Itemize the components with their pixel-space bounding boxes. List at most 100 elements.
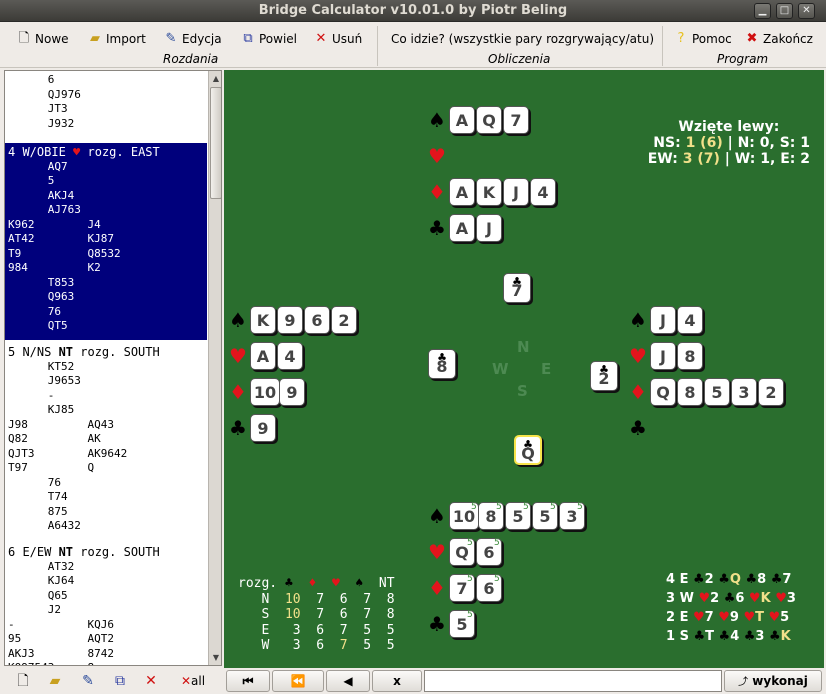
card-mark: 5: [467, 538, 473, 548]
back-card-button[interactable]: ◀: [326, 670, 370, 692]
deal-line: J9653: [8, 374, 81, 387]
trick-card[interactable]: 8 ♣: [428, 349, 456, 379]
playing-card[interactable]: A: [250, 342, 276, 370]
playing-card[interactable]: Q: [476, 106, 502, 134]
spades-suit-icon: ♠: [428, 108, 446, 132]
playing-card[interactable]: A: [449, 178, 475, 206]
deal-line: KJ64: [8, 574, 75, 587]
deal-line: KT52: [8, 359, 75, 373]
delete-all-button[interactable]: ✕all: [176, 672, 210, 690]
list-item[interactable]: 6 E/EW NT rozg. SOUTH AT32 KJ64 Q65 J2- …: [5, 543, 207, 665]
deal-list-scrollbar[interactable]: ▲ ▼: [208, 71, 221, 665]
dd-value: 7: [324, 622, 348, 638]
deal-line: QJ976: [8, 87, 81, 101]
card-mark: 5: [494, 538, 500, 548]
trick-history-row[interactable]: 4 E ♣2 ♣Q ♣8 ♣7: [666, 570, 800, 589]
deal-line: T853: [8, 275, 75, 289]
scroll-up-icon[interactable]: ▲: [210, 72, 221, 86]
help-button[interactable]: ? Pomoc: [673, 30, 732, 48]
folder-open-icon[interactable]: ▰: [46, 672, 64, 690]
trick-suit-icon: ♣: [769, 629, 781, 644]
trick-history-row[interactable]: 1 S ♣T ♣4 ♣3 ♣K: [666, 627, 800, 646]
edit-icon[interactable]: ✎: [79, 672, 97, 690]
deal-list-content: 6 QJ976 JT3 J932 4 W/OBIE ♥ rozg. EAST AQ…: [5, 71, 207, 665]
minimize-icon[interactable]: ▁: [754, 3, 771, 19]
playing-card[interactable]: 6: [304, 306, 330, 334]
tricks-ew-rest: | W: 1, E: 2: [719, 151, 810, 167]
playing-card[interactable]: 2: [758, 378, 784, 406]
duplicate-button[interactable]: ⧉ Powiel: [240, 30, 297, 48]
dd-row[interactable]: N 10 7 6 7 8: [238, 592, 394, 608]
playing-card[interactable]: J: [476, 214, 502, 242]
scrollbar-thumb[interactable]: [210, 87, 221, 199]
trick-suit-icon: ♥: [692, 610, 705, 625]
playing-card[interactable]: 5: [704, 378, 730, 406]
delete-x-icon: ✕: [315, 31, 327, 46]
playing-card[interactable]: 3: [731, 378, 757, 406]
new-file-icon[interactable]: 🗋: [14, 672, 32, 690]
exit-button[interactable]: ✖ Zakończ: [744, 30, 813, 48]
playing-card[interactable]: K: [476, 178, 502, 206]
playing-card[interactable]: A: [449, 106, 475, 134]
list-item[interactable]: 6 QJ976 JT3 J932: [5, 71, 207, 137]
playing-card[interactable]: 8: [677, 378, 703, 406]
tricks-ns: NS: 1 (6) | N: 0, S: 1: [648, 135, 810, 151]
what-makes-button[interactable]: Co idzie? (wszystkie pary rozgrywający/a…: [391, 30, 654, 48]
close-window-icon[interactable]: ✕: [798, 3, 815, 19]
playing-card[interactable]: J: [650, 342, 676, 370]
deal-line: 5: [8, 174, 55, 187]
delete-button[interactable]: ✕ Usuń: [313, 30, 363, 48]
execute-button[interactable]: ⤴ wykonaj: [724, 670, 822, 692]
playing-card[interactable]: 4: [677, 306, 703, 334]
diamonds-suit-icon: ♦: [428, 180, 446, 204]
duplicate-icon[interactable]: ⧉: [111, 672, 129, 690]
tricks-ns-rest: | N: 0, S: 1: [722, 135, 810, 151]
command-input[interactable]: [424, 670, 722, 692]
dd-row[interactable]: S 10 7 6 7 8: [238, 607, 394, 623]
edit-button[interactable]: ✎ Edycja: [163, 30, 222, 48]
scroll-down-icon[interactable]: ▼: [210, 651, 221, 665]
new-button[interactable]: 🗋 Nowe: [16, 30, 69, 48]
playing-card[interactable]: K: [250, 306, 276, 334]
trick-history-row[interactable]: 2 E ♥7 ♥9 ♥T ♥5: [666, 608, 800, 627]
close-x-icon: ✖: [746, 31, 758, 46]
dd-row[interactable]: E 3 6 7 5 5: [238, 622, 394, 639]
playing-card[interactable]: 9: [277, 306, 303, 334]
dd-row[interactable]: W 3 6 7 5 5: [238, 638, 394, 654]
card-mark: 5: [577, 502, 583, 512]
playing-card[interactable]: J: [503, 178, 529, 206]
first-trick-button[interactable]: ⏮: [226, 670, 270, 692]
playing-card[interactable]: 9: [250, 414, 276, 442]
playing-card[interactable]: Q: [650, 378, 676, 406]
playing-card[interactable]: 8: [677, 342, 703, 370]
clear-button[interactable]: x: [372, 670, 422, 692]
trick-history-row[interactable]: 3 W ♥2 ♣6 ♥K ♥3: [666, 589, 800, 608]
playing-card[interactable]: 10: [250, 378, 280, 406]
playing-card[interactable]: 7: [503, 106, 529, 134]
deal-line: T9 Q8532: [8, 246, 121, 260]
playing-card[interactable]: J: [650, 306, 676, 334]
deal-list[interactable]: 6 QJ976 JT3 J932 4 W/OBIE ♥ rozg. EAST AQ…: [4, 70, 222, 666]
card-mark: 5: [467, 610, 473, 620]
list-item[interactable]: 4 W/OBIE ♥ rozg. EAST AQ7 5 AKJ4 AJ763 K9…: [5, 143, 207, 340]
delete-x-icon[interactable]: ✕: [142, 672, 160, 690]
deal-header: 4 W/OBIE ♥ rozg. EAST: [8, 145, 160, 159]
playing-card[interactable]: 9: [279, 378, 305, 406]
trick-card[interactable]: 2 ♣: [590, 361, 618, 391]
back-trick-button[interactable]: ⏪: [272, 670, 324, 692]
import-button[interactable]: ▰ Import: [87, 30, 146, 48]
deal-line: J98 AQ43: [8, 417, 114, 431]
playing-card[interactable]: 4: [530, 178, 556, 206]
trick-suit-icon: ♥: [718, 610, 730, 625]
playing-card[interactable]: 4: [277, 342, 303, 370]
clubs-suit-icon: ♣: [512, 275, 522, 288]
list-item[interactable]: 5 N/NS NT rozg. SOUTH KT52 J9653 - KJ85 J…: [5, 343, 207, 540]
compass-south: S: [517, 382, 528, 400]
trick-card[interactable]: Q ♣: [514, 435, 542, 465]
maximize-icon[interactable]: □: [776, 3, 793, 19]
clubs-suit-icon: ♣: [229, 416, 247, 440]
playing-card[interactable]: A: [449, 214, 475, 242]
playing-card[interactable]: 2: [331, 306, 357, 334]
deal-line: AT42 KJ87: [8, 232, 114, 245]
trick-card[interactable]: 7 ♣: [503, 273, 531, 303]
